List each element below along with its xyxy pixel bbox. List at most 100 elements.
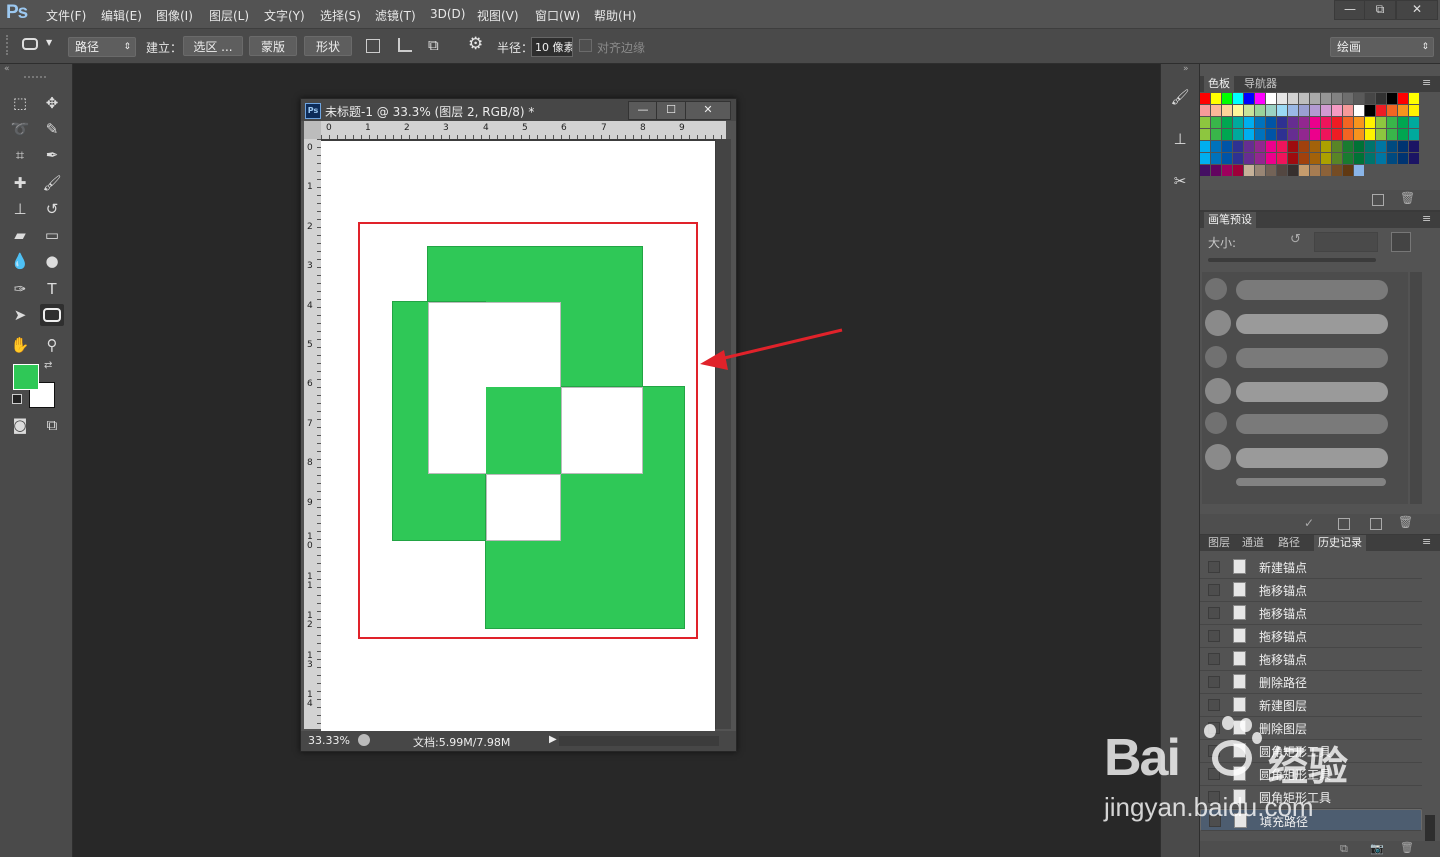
path-alignment-icon[interactable] xyxy=(398,38,412,52)
color-swatch[interactable] xyxy=(1211,105,1221,116)
camera-icon[interactable]: 📷 xyxy=(1370,842,1384,855)
menu-help[interactable]: 帮助(H) xyxy=(594,7,636,24)
eraser-tool-icon[interactable]: ▰ xyxy=(8,224,32,246)
clone-source-icon[interactable]: ⊥ xyxy=(1168,128,1192,150)
color-swatch[interactable] xyxy=(1233,153,1243,164)
history-state-row[interactable]: 拖移锚点 xyxy=(1200,602,1422,625)
foreground-color-swatch[interactable] xyxy=(13,364,39,390)
color-swatch[interactable] xyxy=(1288,153,1298,164)
color-swatch[interactable] xyxy=(1332,165,1342,176)
color-swatch[interactable] xyxy=(1332,117,1342,128)
color-swatch[interactable] xyxy=(1200,117,1210,128)
color-swatch[interactable] xyxy=(1255,153,1265,164)
eyedropper-tool-icon[interactable]: ✒ xyxy=(40,144,64,166)
color-swatch[interactable] xyxy=(1211,153,1221,164)
rounded-rect-tool-icon[interactable] xyxy=(40,304,64,326)
menu-file[interactable]: 文件(F) xyxy=(46,7,86,24)
color-swatch[interactable] xyxy=(1409,129,1419,140)
crop-tool-icon[interactable]: ⌗ xyxy=(8,144,32,166)
color-swatch[interactable] xyxy=(1288,129,1298,140)
color-swatch[interactable] xyxy=(1244,93,1254,104)
tab-swatches[interactable]: 色板 xyxy=(1204,76,1234,92)
color-swatch[interactable] xyxy=(1321,93,1331,104)
menu-image[interactable]: 图像(I) xyxy=(156,7,193,24)
color-swatch[interactable] xyxy=(1376,117,1386,128)
color-swatch[interactable] xyxy=(1321,153,1331,164)
color-swatch[interactable] xyxy=(1299,141,1309,152)
collapse-panel-icon[interactable]: « xyxy=(4,64,10,74)
menu-layer[interactable]: 图层(L) xyxy=(209,7,249,24)
hand-tool-icon[interactable]: ✋ xyxy=(8,334,32,356)
canvas[interactable] xyxy=(321,141,715,731)
color-swatch[interactable] xyxy=(1343,93,1353,104)
radius-input[interactable]: 10 像素 xyxy=(531,37,573,57)
color-swatch[interactable] xyxy=(1321,105,1331,116)
color-swatch[interactable] xyxy=(1398,153,1408,164)
color-swatch[interactable] xyxy=(1266,93,1276,104)
color-swatch[interactable] xyxy=(1409,93,1419,104)
color-swatch[interactable] xyxy=(1277,117,1287,128)
color-swatch[interactable] xyxy=(1343,129,1353,140)
color-swatch[interactable] xyxy=(1266,165,1276,176)
tab-brush-presets[interactable]: 画笔预设 xyxy=(1204,212,1256,228)
mask-button[interactable]: 蒙版 xyxy=(249,36,297,56)
color-swatch[interactable] xyxy=(1288,93,1298,104)
mode-select[interactable]: 路径 ⇕ xyxy=(68,37,136,57)
color-swatch[interactable] xyxy=(1277,129,1287,140)
tool-preset-chevron-icon[interactable]: ▼ xyxy=(46,38,52,47)
color-swatch[interactable] xyxy=(1398,141,1408,152)
toggle-brush-panel-icon[interactable]: ✓ xyxy=(1304,516,1314,530)
trash-icon[interactable]: 🗑 xyxy=(1398,515,1413,529)
swatch-grid[interactable] xyxy=(1200,93,1420,177)
color-swatch[interactable] xyxy=(1365,105,1375,116)
align-edges-checkbox[interactable] xyxy=(579,39,592,52)
color-swatch[interactable] xyxy=(1266,105,1276,116)
color-swatch[interactable] xyxy=(1387,129,1397,140)
color-swatch[interactable] xyxy=(1266,141,1276,152)
color-swatch[interactable] xyxy=(1211,117,1221,128)
snapshot-source-checkbox[interactable] xyxy=(1208,630,1220,642)
color-swatch[interactable] xyxy=(1354,129,1364,140)
color-swatch[interactable] xyxy=(1343,105,1353,116)
shape-button[interactable]: 形状 xyxy=(304,36,352,56)
move-tool-icon[interactable]: ✥ xyxy=(40,92,64,114)
color-swatch[interactable] xyxy=(1354,153,1364,164)
doc-minimize-button[interactable]: — xyxy=(628,101,658,120)
color-swatch[interactable] xyxy=(1255,93,1265,104)
tab-navigator[interactable]: 导航器 xyxy=(1240,76,1281,92)
new-swatch-icon[interactable] xyxy=(1372,194,1384,206)
color-swatch[interactable] xyxy=(1233,141,1243,152)
color-swatch[interactable] xyxy=(1354,117,1364,128)
path-arrangement-icon[interactable]: ⧉ xyxy=(428,36,439,54)
workspace-select[interactable]: 绘画 ⇕ xyxy=(1330,37,1434,57)
history-state-row[interactable]: 拖移锚点 xyxy=(1200,648,1422,671)
healing-brush-tool-icon[interactable]: ✚ xyxy=(8,172,32,194)
color-swatch[interactable] xyxy=(1365,153,1375,164)
brush-tool-icon[interactable]: 🖌 xyxy=(40,172,64,194)
vertical-ruler[interactable]: 0 1 2 3 4 5 6 7 8 9 1 0 1 1 1 2 1 3 1 4 xyxy=(304,139,321,729)
color-swatch[interactable] xyxy=(1277,105,1287,116)
color-swatch[interactable] xyxy=(1376,129,1386,140)
history-state-row[interactable]: 删除路径 xyxy=(1200,671,1422,694)
snapshot-source-checkbox[interactable] xyxy=(1208,561,1220,573)
minimize-button[interactable]: — xyxy=(1334,0,1366,20)
panel-menu-icon[interactable]: ≡ xyxy=(1422,535,1431,548)
color-swatch[interactable] xyxy=(1233,105,1243,116)
color-swatch[interactable] xyxy=(1222,153,1232,164)
color-swatch[interactable] xyxy=(1211,165,1221,176)
color-swatch[interactable] xyxy=(1310,129,1320,140)
menu-view[interactable]: 视图(V) xyxy=(477,7,519,24)
color-swatch[interactable] xyxy=(1244,153,1254,164)
color-swatch[interactable] xyxy=(1255,165,1265,176)
color-swatch[interactable] xyxy=(1365,129,1375,140)
color-swatch[interactable] xyxy=(1332,129,1342,140)
color-swatch[interactable] xyxy=(1310,117,1320,128)
color-swatch[interactable] xyxy=(1299,105,1309,116)
new-brush-icon[interactable] xyxy=(1370,518,1382,530)
color-swatch[interactable] xyxy=(1354,105,1364,116)
history-state-row[interactable]: 新建图层 xyxy=(1200,694,1422,717)
gear-icon[interactable]: ⚙ xyxy=(468,34,483,54)
color-swatch[interactable] xyxy=(1387,153,1397,164)
pen-tool-icon[interactable]: ✑ xyxy=(8,278,32,300)
color-swatch[interactable] xyxy=(1332,105,1342,116)
